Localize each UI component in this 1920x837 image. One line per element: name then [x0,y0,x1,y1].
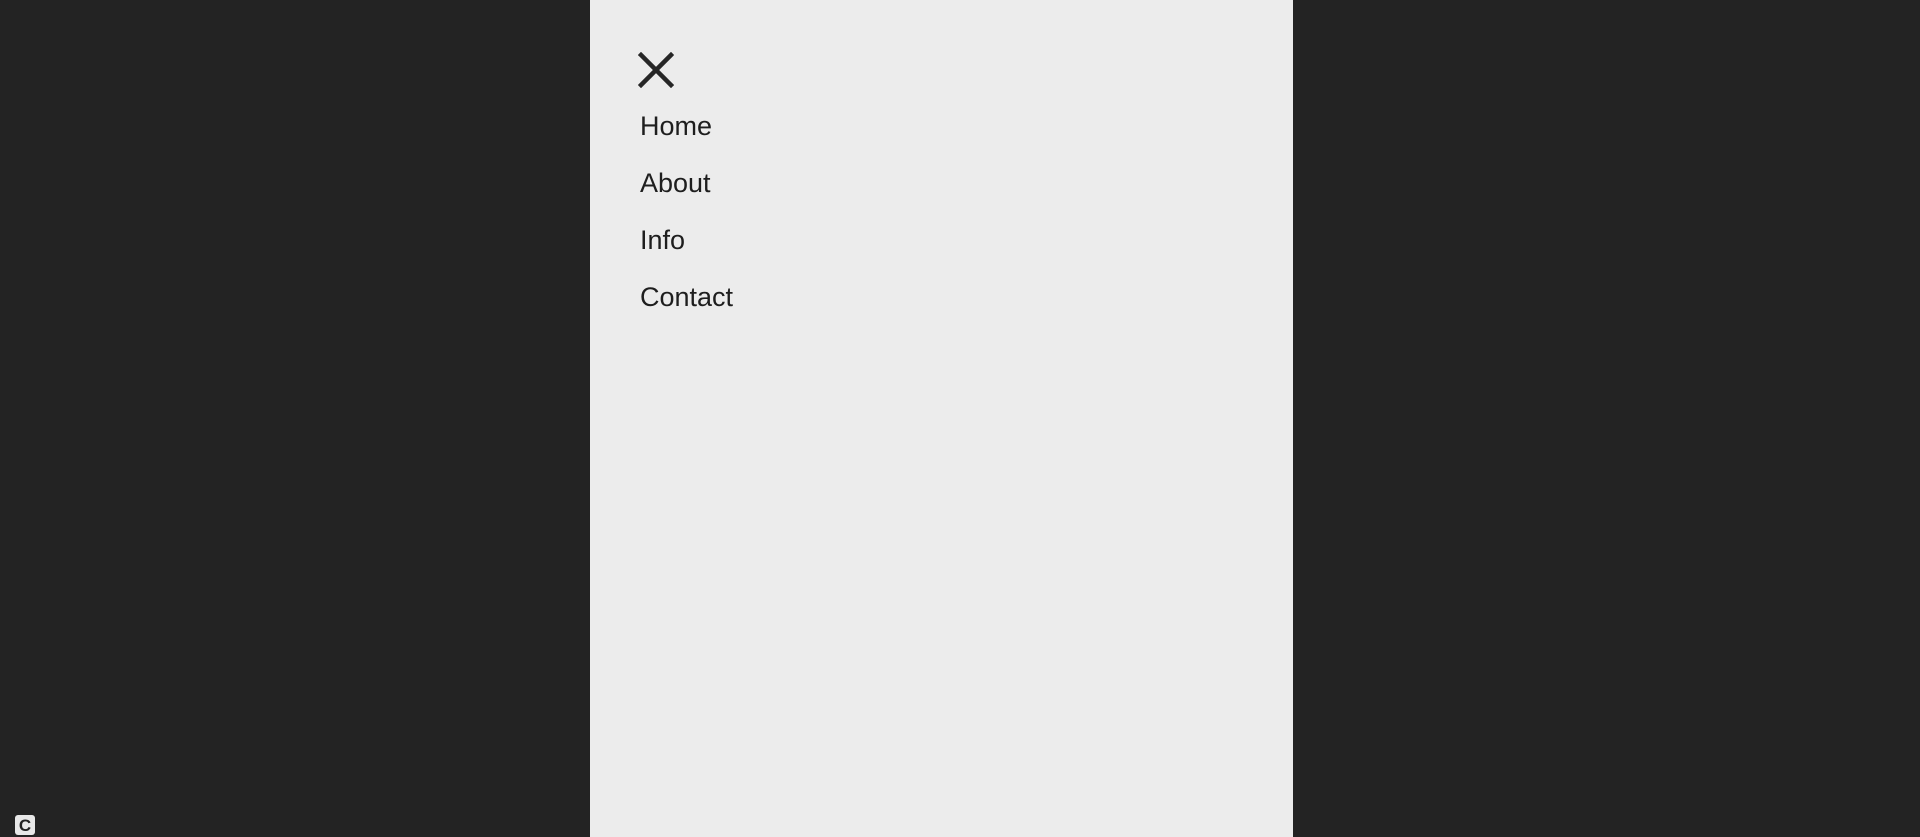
corner-badge[interactable]: C [15,815,35,835]
close-menu-button[interactable] [630,44,682,96]
close-icon [638,52,674,88]
nav-item-info: Info [640,212,733,269]
nav-list: Home About Info Contact [640,98,733,326]
nav-item-contact: Contact [640,269,733,326]
nav-link-home[interactable]: Home [640,113,712,140]
nav-menu-panel: Home About Info Contact [590,0,1293,837]
nav-item-home: Home [640,98,733,155]
nav-link-info[interactable]: Info [640,227,685,254]
nav-item-about: About [640,155,733,212]
nav-link-about[interactable]: About [640,170,711,197]
nav-link-contact[interactable]: Contact [640,284,733,311]
page-backdrop: Home About Info Contact C [0,0,1920,837]
